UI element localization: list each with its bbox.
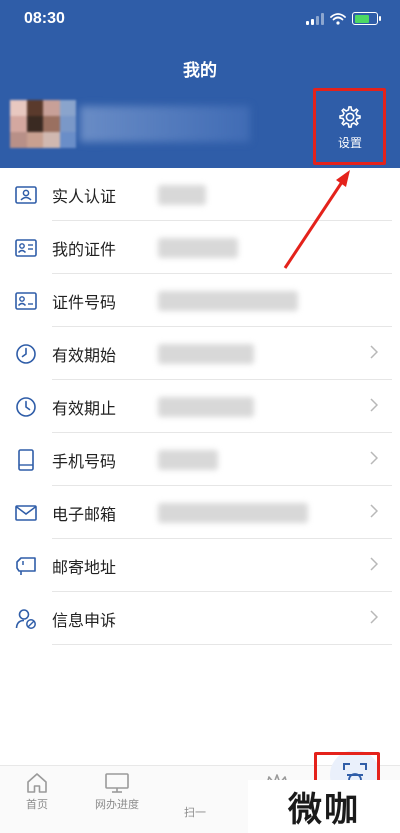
list-item-id-number[interactable]: 证件号码 <box>0 274 400 327</box>
monitor-icon <box>105 773 129 793</box>
avatar[interactable] <box>10 100 76 148</box>
list-item-label: 信息申诉 <box>52 610 117 630</box>
chevron-right-icon <box>370 451 378 465</box>
user-name-redacted <box>80 106 250 142</box>
id-card-icon <box>14 183 38 207</box>
mail-icon <box>14 501 38 525</box>
chevron-right-icon <box>370 504 378 518</box>
list-item-label: 我的证件 <box>52 239 117 259</box>
home-icon <box>27 773 47 793</box>
list-item-label: 有效期始 <box>52 345 117 365</box>
chevron-right-icon <box>370 398 378 412</box>
mailbox-icon <box>14 554 38 578</box>
chevron-right-icon <box>370 557 378 571</box>
list-item-mailing-address[interactable]: 邮寄地址 <box>0 539 400 592</box>
value-redacted <box>158 343 254 364</box>
nav-scan[interactable]: 扫一 <box>160 750 380 820</box>
battery-icon <box>352 12 381 25</box>
list-item-info-appeal[interactable]: 信息申诉 <box>0 592 400 645</box>
list-item-valid-from[interactable]: 有效期始 <box>0 327 400 380</box>
chevron-right-icon <box>370 345 378 359</box>
nav-progress-label: 网办进度 <box>95 798 139 811</box>
list-item-email[interactable]: 电子邮箱 <box>0 486 400 539</box>
nav-home[interactable]: 首页 <box>2 772 72 812</box>
list-item-phone-number[interactable]: 手机号码 <box>0 433 400 486</box>
value-redacted <box>158 449 218 470</box>
list-item-valid-until[interactable]: 有效期止 <box>0 380 400 433</box>
wifi-icon <box>330 12 346 25</box>
settings-highlight-box <box>313 88 386 165</box>
nav-scan-label: 扫一 <box>184 806 206 819</box>
status-icons <box>306 12 381 25</box>
clock-icon <box>14 342 38 366</box>
list-item-label: 有效期止 <box>52 398 117 418</box>
value-redacted <box>158 184 206 205</box>
list-item-label: 实人认证 <box>52 186 117 206</box>
status-bar: 08:30 <box>0 0 400 40</box>
clock-icon <box>14 395 38 419</box>
value-redacted <box>158 290 298 311</box>
profile-info-list: 实人认证 我的证件 证件号码 有效期始 有效期止 手机号码 电子邮箱 邮寄地址 … <box>0 168 400 645</box>
signal-icon <box>306 12 324 25</box>
list-item-real-name-auth[interactable]: 实人认证 <box>0 168 400 221</box>
list-item-my-certificates[interactable]: 我的证件 <box>0 221 400 274</box>
watermark-char-b: 咖 <box>324 790 360 830</box>
status-time: 08:30 <box>24 10 65 27</box>
nav-progress[interactable]: 网办进度 <box>82 772 152 812</box>
certificate-icon <box>14 236 38 260</box>
watermark-char-a: 微 <box>288 790 324 830</box>
phone-icon <box>14 448 38 472</box>
list-item-label: 电子邮箱 <box>52 504 117 524</box>
list-item-label: 邮寄地址 <box>52 557 117 577</box>
list-item-label: 手机号码 <box>52 451 117 471</box>
value-redacted <box>158 396 254 417</box>
list-item-label: 证件号码 <box>52 292 117 312</box>
chevron-right-icon <box>370 610 378 624</box>
watermark-logo: 微 咖 <box>248 780 400 833</box>
page-title: 我的 <box>183 61 217 81</box>
value-redacted <box>158 502 308 523</box>
id-number-icon <box>14 289 38 313</box>
user-appeal-icon <box>14 607 38 631</box>
value-redacted <box>158 237 238 258</box>
nav-home-label: 首页 <box>26 798 48 811</box>
